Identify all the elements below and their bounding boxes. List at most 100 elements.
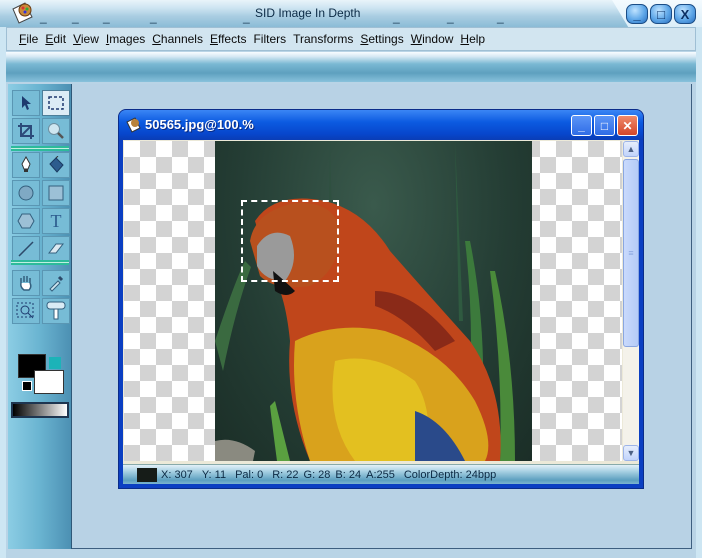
status-g: G: 28 [303,468,331,481]
tool-pointer[interactable] [12,90,40,116]
minimize-icon: _ [633,6,641,22]
reset-colors-icon[interactable] [22,381,32,391]
tool-zoom-select[interactable] [12,298,40,324]
text-icon: T [50,210,62,231]
tool-crop[interactable] [12,118,40,144]
status-y: Y: 11 [201,468,227,481]
background-color-swatch[interactable] [34,370,64,394]
menu-label: elp [469,32,486,46]
parrot-image[interactable] [215,141,532,461]
tool-rectangle[interactable] [42,180,70,206]
menu-accelerator: W [410,32,423,46]
tool-magnifier[interactable] [42,118,70,144]
chevron-up-icon: ▲ [626,144,636,154]
crop-icon [18,123,34,139]
toolbar-strip [6,52,696,82]
app-logo-icon [12,2,33,24]
close-icon: X [680,6,690,22]
paint-bucket-icon [49,156,64,173]
status-x: X: 307 [161,468,193,481]
menu-window[interactable]: Window [411,32,454,46]
document-titlebar[interactable]: 50565.jpg@100.% _ □ ✕ [119,110,643,140]
menu-label: ffects [217,32,247,46]
pixel-color-swatch [137,467,157,482]
magnifier-icon [48,123,64,139]
tool-rect-select[interactable] [42,90,70,116]
polygon-icon [17,213,35,229]
menu-label: hannels [160,32,203,46]
tool-ellipse[interactable] [12,180,40,206]
swap-colors-icon[interactable] [49,357,61,369]
pointer-icon [22,96,31,110]
titlebar-dash: _ [103,10,110,24]
menu-accelerator: E [209,32,218,46]
tool-stamp[interactable] [42,298,70,324]
app-maximize-button[interactable]: □ [650,4,672,24]
menu-label: Transforms [293,32,354,46]
titlebar-dash: _ [40,10,47,24]
menu-accelerator: V [73,32,81,46]
scroll-thumb[interactable]: ≡ [623,159,639,347]
menu-images[interactable]: Images [106,32,145,46]
menu-file[interactable]: File [19,32,38,46]
titlebar-dash: _ [447,10,454,24]
document-maximize-button[interactable]: □ [594,115,615,136]
status-pal: Pal: 0 [235,468,264,481]
maximize-icon: □ [657,6,665,22]
zoom-select-icon [16,302,34,319]
palette-separator [11,260,69,265]
menu-label: indow [422,32,454,46]
document-icon [126,117,141,133]
menu-help[interactable]: Help [460,32,485,46]
image-canvas[interactable] [124,141,622,461]
minimize-icon: _ [578,118,585,133]
tool-text[interactable]: T [42,208,70,234]
tool-eraser[interactable] [42,236,70,262]
tool-paint-bucket[interactable] [42,152,70,178]
menu-filters[interactable]: Filters [253,32,286,46]
ellipse-icon [18,185,34,201]
menu-edit[interactable]: Edit [45,32,66,46]
titlebar-dash: _ [243,10,250,24]
menu-accelerator: C [152,32,161,46]
titlebar-dash: _ [72,10,79,24]
tool-hand[interactable] [12,270,40,296]
status-r: R: 22 [272,468,299,481]
gradient-preview[interactable] [11,402,69,418]
pen-icon [21,156,31,172]
app-minimize-button[interactable]: _ [626,4,648,24]
palette-separator [11,146,69,151]
app-close-button[interactable]: X [674,4,696,24]
titlebar-dash: _ [497,10,504,24]
tool-eyedropper[interactable] [42,270,70,296]
scroll-up-button[interactable]: ▲ [623,141,639,157]
menu-channels[interactable]: Channels [152,32,203,46]
tool-line[interactable] [12,236,40,262]
menu-view[interactable]: View [73,32,99,46]
menu-label: mages [109,32,146,46]
vertical-scrollbar[interactable]: ▲ ≡ ▼ [623,141,639,461]
status-b: B: 24 [335,468,362,481]
menu-label: dit [53,32,67,46]
close-icon: ✕ [622,118,633,133]
titlebar-dash: _ [393,10,400,24]
document-window-controls: _ □ ✕ [571,115,638,136]
tool-pen[interactable] [12,152,40,178]
chevron-down-icon: ▼ [626,448,636,458]
menu-settings[interactable]: Settings [360,32,403,46]
document-close-button[interactable]: ✕ [617,115,638,136]
menu-effects[interactable]: Effects [210,32,246,46]
document-minimize-button[interactable]: _ [571,115,592,136]
tool-polygon[interactable] [12,208,40,234]
scroll-down-button[interactable]: ▼ [623,445,639,461]
menu-transforms[interactable]: Transforms [293,32,353,46]
status-color-depth: ColorDepth: 24bpp [403,468,497,481]
menu-label: ile [26,32,39,46]
tool-group-selection [12,90,70,144]
selection-marquee[interactable] [241,200,339,282]
menubar: File Edit View Images Channels Effects Filters… [6,27,696,51]
document-title: 50565.jpg@100.% [145,117,254,132]
eyedropper-icon [49,275,64,292]
eraser-icon [47,243,65,254]
parrot-illustration [215,141,515,461]
